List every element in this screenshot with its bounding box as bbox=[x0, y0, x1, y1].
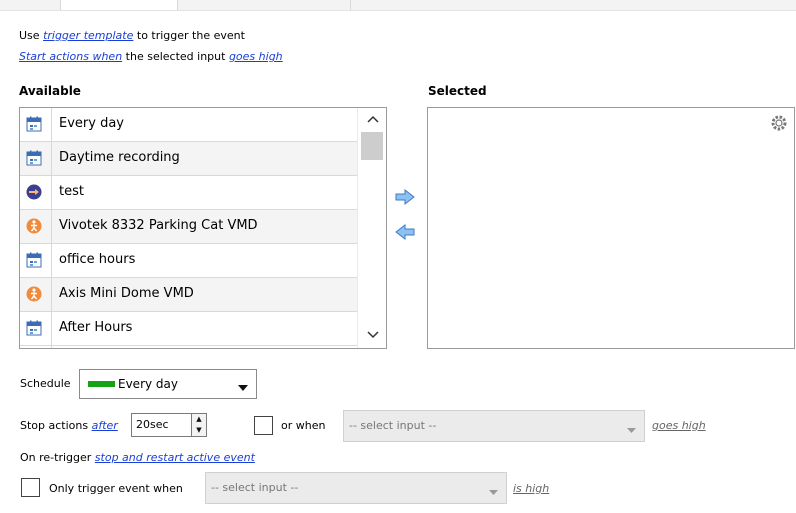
duration-value: 20sec bbox=[136, 418, 169, 431]
list-item-label: Every day bbox=[59, 116, 124, 131]
selected-list[interactable] bbox=[427, 107, 795, 349]
start-actions-link[interactable]: Start actions when bbox=[19, 50, 122, 63]
available-list[interactable]: Every day Daytime recording test Vivotek… bbox=[19, 107, 387, 349]
spin-down-icon[interactable]: ▼ bbox=[192, 425, 206, 436]
calendar-icon bbox=[26, 150, 42, 166]
scroll-up-icon[interactable] bbox=[358, 110, 386, 130]
stop-actions-label: Stop actions bbox=[20, 419, 89, 432]
stop-actions-line: Stop actions after bbox=[20, 419, 118, 432]
list-item[interactable]: test bbox=[20, 176, 357, 210]
stop-input-placeholder: -- select input -- bbox=[349, 419, 437, 432]
scrollbar-thumb[interactable] bbox=[361, 132, 383, 160]
only-trigger-input-select[interactable]: -- select input -- bbox=[205, 472, 507, 504]
chevron-down-icon bbox=[489, 485, 498, 498]
selected-input-text: the selected input bbox=[125, 50, 226, 63]
schedule-value: Every day bbox=[118, 377, 178, 391]
list-item[interactable]: Daytime recording bbox=[20, 142, 357, 176]
retrigger-line: On re-trigger stop and restart active ev… bbox=[20, 451, 255, 464]
tab-active[interactable] bbox=[60, 0, 178, 10]
goes-high-link[interactable]: goes high bbox=[229, 50, 283, 63]
stop-goes-high-link[interactable]: goes high bbox=[652, 419, 706, 432]
icon-column-divider bbox=[51, 108, 52, 348]
chevron-down-icon bbox=[627, 423, 636, 436]
list-item[interactable]: Axis Mini Dome VMD bbox=[20, 278, 357, 312]
retrigger-link[interactable]: stop and restart active event bbox=[95, 451, 255, 464]
use-prefix: Use bbox=[19, 29, 40, 42]
list-item-label: Vivotek 8332 Parking Cat VMD bbox=[59, 218, 258, 233]
calendar-icon bbox=[26, 252, 42, 268]
only-trigger-checkbox[interactable] bbox=[21, 478, 40, 497]
tab-separator bbox=[350, 0, 351, 10]
schedule-color-swatch bbox=[88, 381, 115, 387]
duration-spinner[interactable]: 20sec ▲ ▼ bbox=[131, 413, 207, 437]
only-trigger-label: Only trigger event when bbox=[49, 482, 183, 495]
list-item-label: Daytime recording bbox=[59, 150, 180, 165]
available-header: Available bbox=[19, 84, 81, 98]
or-when-label: or when bbox=[281, 419, 326, 432]
list-item[interactable]: office hours bbox=[20, 244, 357, 278]
gear-icon[interactable] bbox=[770, 114, 788, 132]
list-item-label: office hours bbox=[59, 252, 136, 267]
motion-person-icon bbox=[26, 218, 42, 234]
spin-up-icon[interactable]: ▲ bbox=[192, 414, 206, 425]
selected-header: Selected bbox=[428, 84, 487, 98]
chevron-down-icon bbox=[238, 381, 248, 394]
remove-arrow-icon[interactable] bbox=[394, 223, 416, 241]
list-item[interactable]: Every day bbox=[20, 108, 357, 142]
schedule-dropdown[interactable]: Every day bbox=[79, 369, 257, 399]
scroll-down-icon[interactable] bbox=[358, 326, 386, 346]
stop-input-select[interactable]: -- select input -- bbox=[343, 410, 645, 442]
add-arrow-icon[interactable] bbox=[394, 188, 416, 206]
is-high-link[interactable]: is high bbox=[513, 482, 549, 495]
start-actions-line: Start actions when the selected input go… bbox=[19, 50, 283, 63]
after-link[interactable]: after bbox=[92, 419, 118, 432]
pointing-hand-icon bbox=[26, 184, 42, 200]
list-item-label: test bbox=[59, 184, 84, 199]
retrigger-label: On re-trigger bbox=[20, 451, 92, 464]
available-scrollbar[interactable] bbox=[357, 108, 386, 348]
schedule-label: Schedule bbox=[20, 377, 71, 390]
trigger-template-line: Use trigger template to trigger the even… bbox=[19, 29, 245, 42]
calendar-icon bbox=[26, 116, 42, 132]
use-suffix: to trigger the event bbox=[136, 29, 245, 42]
spinner-buttons[interactable]: ▲ ▼ bbox=[191, 414, 206, 436]
list-item-label: After Hours bbox=[59, 320, 133, 335]
list-item[interactable]: After Hours bbox=[20, 312, 357, 346]
motion-person-icon bbox=[26, 286, 42, 302]
only-trigger-input-placeholder: -- select input -- bbox=[211, 481, 299, 494]
calendar-icon bbox=[26, 320, 42, 336]
or-when-checkbox[interactable] bbox=[254, 416, 273, 435]
list-item[interactable]: Vivotek 8332 Parking Cat VMD bbox=[20, 210, 357, 244]
list-item-label: Axis Mini Dome VMD bbox=[59, 286, 194, 301]
trigger-template-link[interactable]: trigger template bbox=[43, 29, 133, 42]
